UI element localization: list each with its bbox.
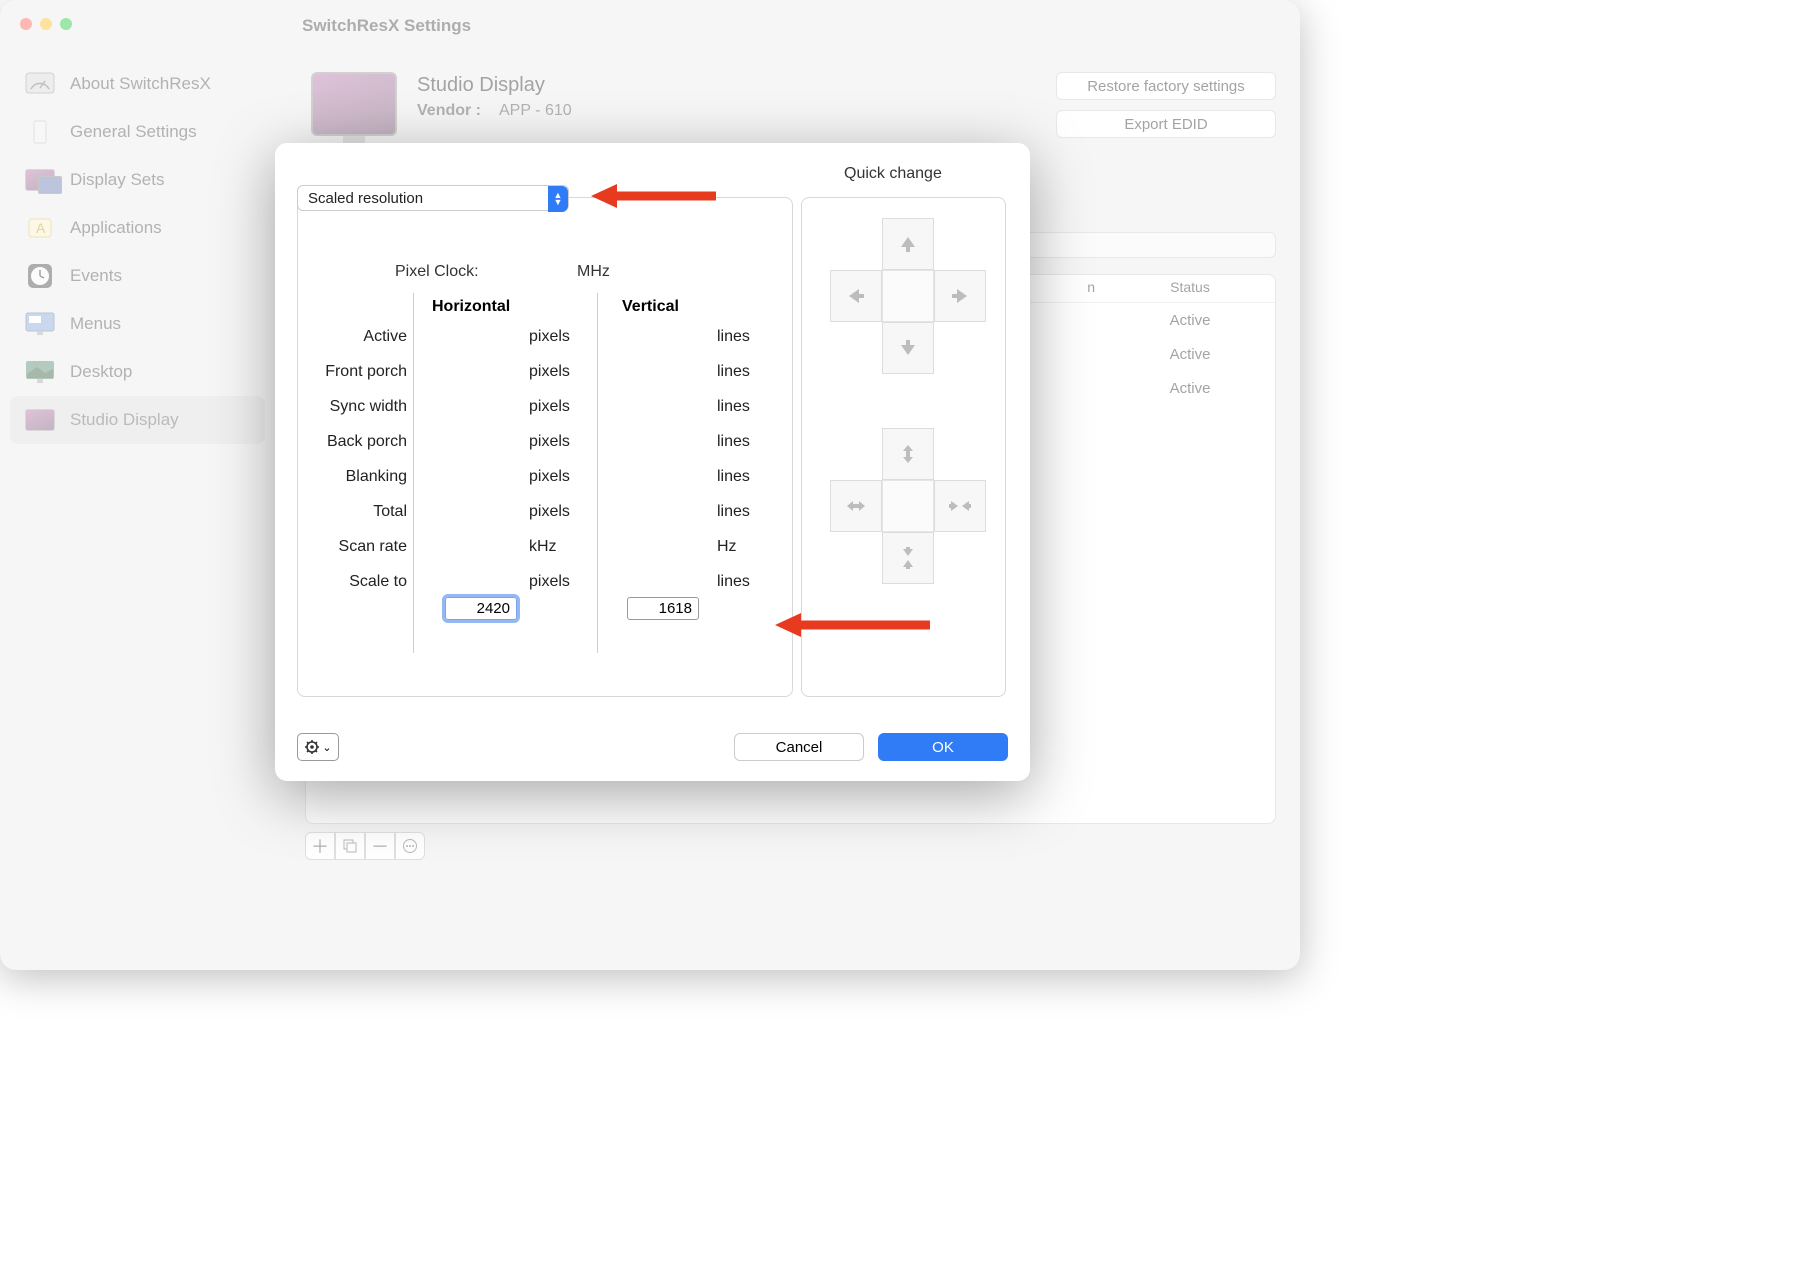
sidebar-item-label: Desktop [70, 362, 132, 382]
export-edid-button[interactable]: Export EDID [1056, 110, 1276, 138]
app-title: SwitchResX Settings [302, 16, 471, 36]
quick-change-panel [801, 197, 1006, 697]
resolution-type-dropdown[interactable]: Scaled resolution ▲▼ [297, 185, 569, 211]
phone-icon [24, 118, 56, 146]
horizontal-header: Horizontal [432, 298, 510, 316]
sidebar-item-menus[interactable]: Menus [10, 300, 265, 348]
shrink-v-button[interactable] [882, 532, 934, 584]
sidebar-item-general[interactable]: General Settings [10, 108, 265, 156]
sidebar-item-label: Menus [70, 314, 121, 334]
cancel-button[interactable]: Cancel [734, 733, 864, 761]
dropdown-value: Scaled resolution [308, 190, 423, 207]
shrink-h-button[interactable] [934, 480, 986, 532]
svg-text:A: A [36, 220, 46, 236]
gear-icon [304, 739, 320, 755]
move-down-button[interactable] [882, 322, 934, 374]
more-button[interactable] [395, 832, 425, 860]
sidebar-item-desktop[interactable]: Desktop [10, 348, 265, 396]
sidebar-item-label: About SwitchResX [70, 74, 211, 94]
close-icon[interactable] [20, 18, 32, 30]
sidebar: About SwitchResX General Settings Displa… [0, 52, 275, 970]
position-dpad [828, 218, 988, 378]
scale-vertical-input[interactable] [627, 597, 699, 620]
sidebar-item-display-sets[interactable]: Display Sets [10, 156, 265, 204]
remove-button[interactable]: － [365, 832, 395, 860]
chevron-down-icon: ⌄ [322, 741, 331, 754]
dpad-center [882, 270, 934, 322]
titlebar: SwitchResX Settings [0, 0, 1300, 52]
size-dpad [828, 428, 988, 588]
scale-horizontal-input[interactable] [445, 597, 517, 620]
chevron-updown-icon: ▲▼ [548, 186, 568, 212]
sidebar-item-label: Display Sets [70, 170, 164, 190]
sidebar-item-label: General Settings [70, 122, 197, 142]
sidebar-item-label: Studio Display [70, 410, 179, 430]
restore-factory-button[interactable]: Restore factory settings [1056, 72, 1276, 100]
sidebar-item-applications[interactable]: A Applications [10, 204, 265, 252]
displays-icon [24, 166, 56, 194]
sidebar-item-events[interactable]: Events [10, 252, 265, 300]
minimize-icon[interactable] [40, 18, 52, 30]
h-units: pixelspixelspixelspixelspixelspixelskHzp… [529, 328, 609, 591]
move-up-button[interactable] [882, 218, 934, 270]
stretch-v-button[interactable] [882, 428, 934, 480]
sidebar-item-label: Events [70, 266, 122, 286]
add-button[interactable]: ＋ [305, 832, 335, 860]
duplicate-button[interactable] [335, 832, 365, 860]
sidebar-item-studio-display[interactable]: Studio Display [10, 396, 265, 444]
resolution-editor-modal: Scaled resolution ▲▼ Pixel Clock: MHz Ho… [275, 143, 1030, 781]
row-labels: ActiveFront porchSync widthBack porchBla… [297, 328, 407, 591]
vertical-header: Vertical [622, 298, 679, 316]
table-toolbar: ＋ － [305, 832, 1276, 860]
v-units: lineslineslineslineslineslinesHzlines [717, 328, 797, 591]
sidebar-item-about[interactable]: About SwitchResX [10, 60, 265, 108]
stretch-h-button[interactable] [830, 480, 882, 532]
monitor-icon [24, 406, 56, 434]
traffic-lights [20, 18, 72, 30]
dpad-center [882, 480, 934, 532]
monitor-icon [24, 310, 56, 338]
move-left-button[interactable] [830, 270, 882, 322]
display-name: Studio Display [417, 74, 545, 97]
apps-icon: A [24, 214, 56, 242]
ok-button[interactable]: OK [878, 733, 1008, 761]
vendor-value: APP - 610 [499, 102, 572, 120]
desktop-icon [24, 358, 56, 386]
pixel-clock-label: Pixel Clock: [395, 263, 479, 281]
quick-change-title: Quick change [844, 165, 942, 183]
col-status: Status [1105, 275, 1275, 302]
pixel-clock-unit: MHz [577, 263, 610, 281]
display-thumbnail-icon [311, 72, 397, 136]
sidebar-item-label: Applications [70, 218, 162, 238]
gauge-icon [24, 70, 56, 98]
gear-dropdown-button[interactable]: ⌄ [297, 733, 339, 761]
zoom-icon[interactable] [60, 18, 72, 30]
vendor-label: Vendor : [417, 102, 481, 120]
clock-icon [24, 262, 56, 290]
move-right-button[interactable] [934, 270, 986, 322]
